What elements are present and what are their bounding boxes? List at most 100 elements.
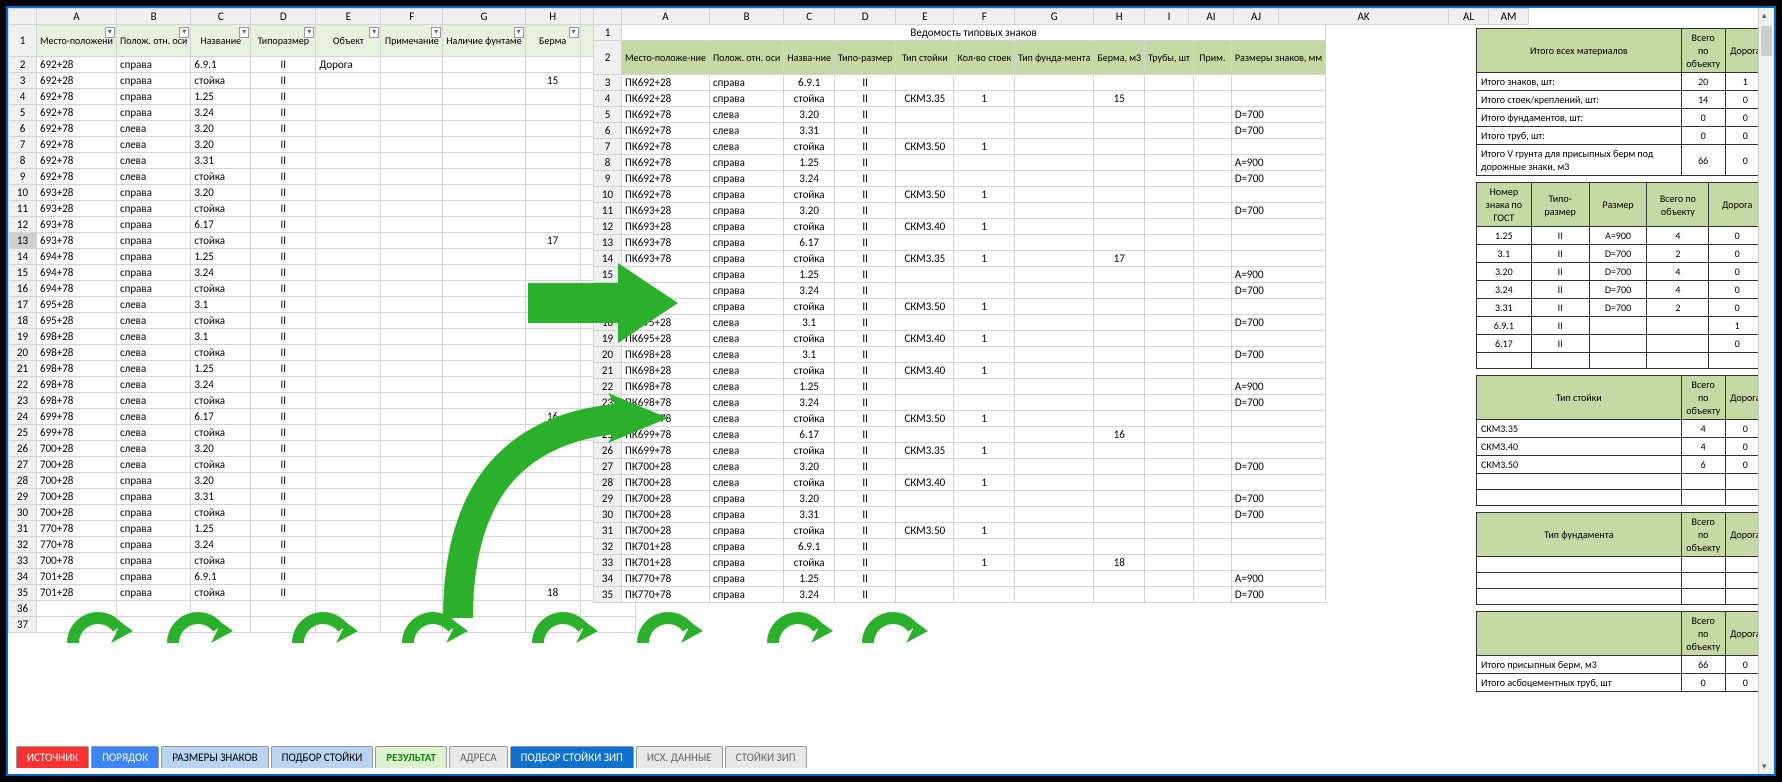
cell[interactable] [1193, 155, 1231, 171]
cell[interactable]: 3.20 [784, 459, 835, 475]
cell[interactable] [1094, 75, 1145, 91]
cell[interactable] [316, 601, 381, 617]
cell[interactable] [1145, 155, 1194, 171]
cell[interactable]: 695+28 [37, 313, 117, 329]
filter-header[interactable]: Полож. отн. оси [116, 25, 190, 57]
cell[interactable]: справа [116, 233, 190, 249]
cell[interactable]: слева [116, 153, 190, 169]
cell[interactable] [1193, 539, 1231, 555]
right-grid[interactable]: ABCDEFGHIJK1Ведомость типовых знаков2Мес… [593, 8, 1326, 603]
col-header[interactable] [9, 9, 37, 25]
cell[interactable] [381, 361, 443, 377]
cell[interactable] [381, 377, 443, 393]
cell[interactable] [1015, 283, 1094, 299]
cell[interactable] [443, 537, 525, 553]
cell[interactable] [525, 185, 580, 201]
cell[interactable]: ПК698+28 [622, 363, 710, 379]
cell[interactable]: слева [709, 443, 783, 459]
row-header[interactable]: 15 [9, 265, 37, 281]
cell[interactable]: 1 [954, 411, 1015, 427]
row-header[interactable]: 11 [9, 201, 37, 217]
row-header[interactable]: 3 [9, 73, 37, 89]
cell[interactable]: СКМ3.50 [896, 139, 954, 155]
cell[interactable] [1193, 459, 1231, 475]
cell[interactable]: стойка [191, 281, 251, 297]
cell[interactable] [1094, 315, 1145, 331]
row-header[interactable]: 9 [9, 169, 37, 185]
cell[interactable] [381, 121, 443, 137]
cell[interactable]: справа [709, 187, 783, 203]
cell[interactable] [381, 201, 443, 217]
cell[interactable] [316, 89, 381, 105]
row-header[interactable]: 13 [9, 233, 37, 249]
cell[interactable] [1015, 491, 1094, 507]
row-header[interactable]: 27 [594, 459, 622, 475]
cell[interactable]: 694+78 [37, 265, 117, 281]
cell[interactable]: II [834, 203, 895, 219]
cell[interactable] [525, 521, 580, 537]
cell[interactable] [1094, 459, 1145, 475]
cell[interactable]: стойка [784, 475, 835, 491]
cell[interactable]: стойка [784, 443, 835, 459]
cell[interactable]: 1 [954, 363, 1015, 379]
cell[interactable] [316, 249, 381, 265]
cell[interactable]: стойка [191, 425, 251, 441]
cell[interactable]: слева [116, 409, 190, 425]
row-header[interactable]: 4 [9, 89, 37, 105]
cell[interactable] [525, 201, 580, 217]
cell[interactable]: II [251, 89, 316, 105]
cell[interactable] [1193, 491, 1231, 507]
col-header[interactable]: B [116, 9, 190, 25]
cell[interactable] [525, 57, 580, 73]
cell[interactable] [525, 569, 580, 585]
cell[interactable]: слева [709, 475, 783, 491]
cell[interactable] [37, 617, 117, 633]
cell[interactable] [443, 137, 525, 153]
filter-header[interactable]: Берма [525, 25, 580, 57]
cell[interactable] [896, 75, 954, 91]
cell[interactable] [443, 105, 525, 121]
sheet-tab[interactable]: ПОРЯДОК [91, 746, 159, 768]
cell[interactable] [443, 281, 525, 297]
cell[interactable]: D=700 [1231, 507, 1325, 523]
cell[interactable] [1193, 315, 1231, 331]
cell[interactable]: ПК692+78 [622, 123, 710, 139]
cell[interactable]: 15 [1094, 91, 1145, 107]
cell[interactable] [954, 171, 1015, 187]
cell[interactable] [1015, 251, 1094, 267]
cell[interactable] [1193, 75, 1231, 91]
cell[interactable]: II [834, 539, 895, 555]
cell[interactable]: справа [709, 283, 783, 299]
cell[interactable]: СКМ3.50 [896, 411, 954, 427]
cell[interactable] [316, 425, 381, 441]
cell[interactable]: ПК701+28 [622, 555, 710, 571]
cell[interactable] [316, 457, 381, 473]
cell[interactable] [1145, 91, 1194, 107]
cell[interactable]: ПК770+78 [622, 571, 710, 587]
cell[interactable]: 17 [1094, 251, 1145, 267]
cell[interactable]: 1 [954, 443, 1015, 459]
cell[interactable]: справа [116, 57, 190, 73]
cell[interactable]: 1 [954, 251, 1015, 267]
cell[interactable]: ПК698+78 [622, 379, 710, 395]
cell[interactable] [443, 329, 525, 345]
cell[interactable] [316, 121, 381, 137]
cell[interactable]: II [251, 553, 316, 569]
cell[interactable] [316, 265, 381, 281]
cell[interactable]: слева [116, 425, 190, 441]
cell[interactable]: II [251, 377, 316, 393]
cell[interactable] [443, 297, 525, 313]
cell[interactable]: 1 [954, 523, 1015, 539]
cell[interactable] [1094, 267, 1145, 283]
cell[interactable]: A=900 [1231, 267, 1325, 283]
cell[interactable]: стойка [784, 187, 835, 203]
cell[interactable] [525, 137, 580, 153]
cell[interactable] [525, 169, 580, 185]
cell[interactable]: ПК698+28 [622, 347, 710, 363]
cell[interactable]: ПК692+78 [622, 107, 710, 123]
cell[interactable] [316, 473, 381, 489]
cell[interactable]: II [834, 363, 895, 379]
cell[interactable]: II [834, 587, 895, 603]
cell[interactable]: 3.24 [784, 283, 835, 299]
cell[interactable] [1193, 123, 1231, 139]
